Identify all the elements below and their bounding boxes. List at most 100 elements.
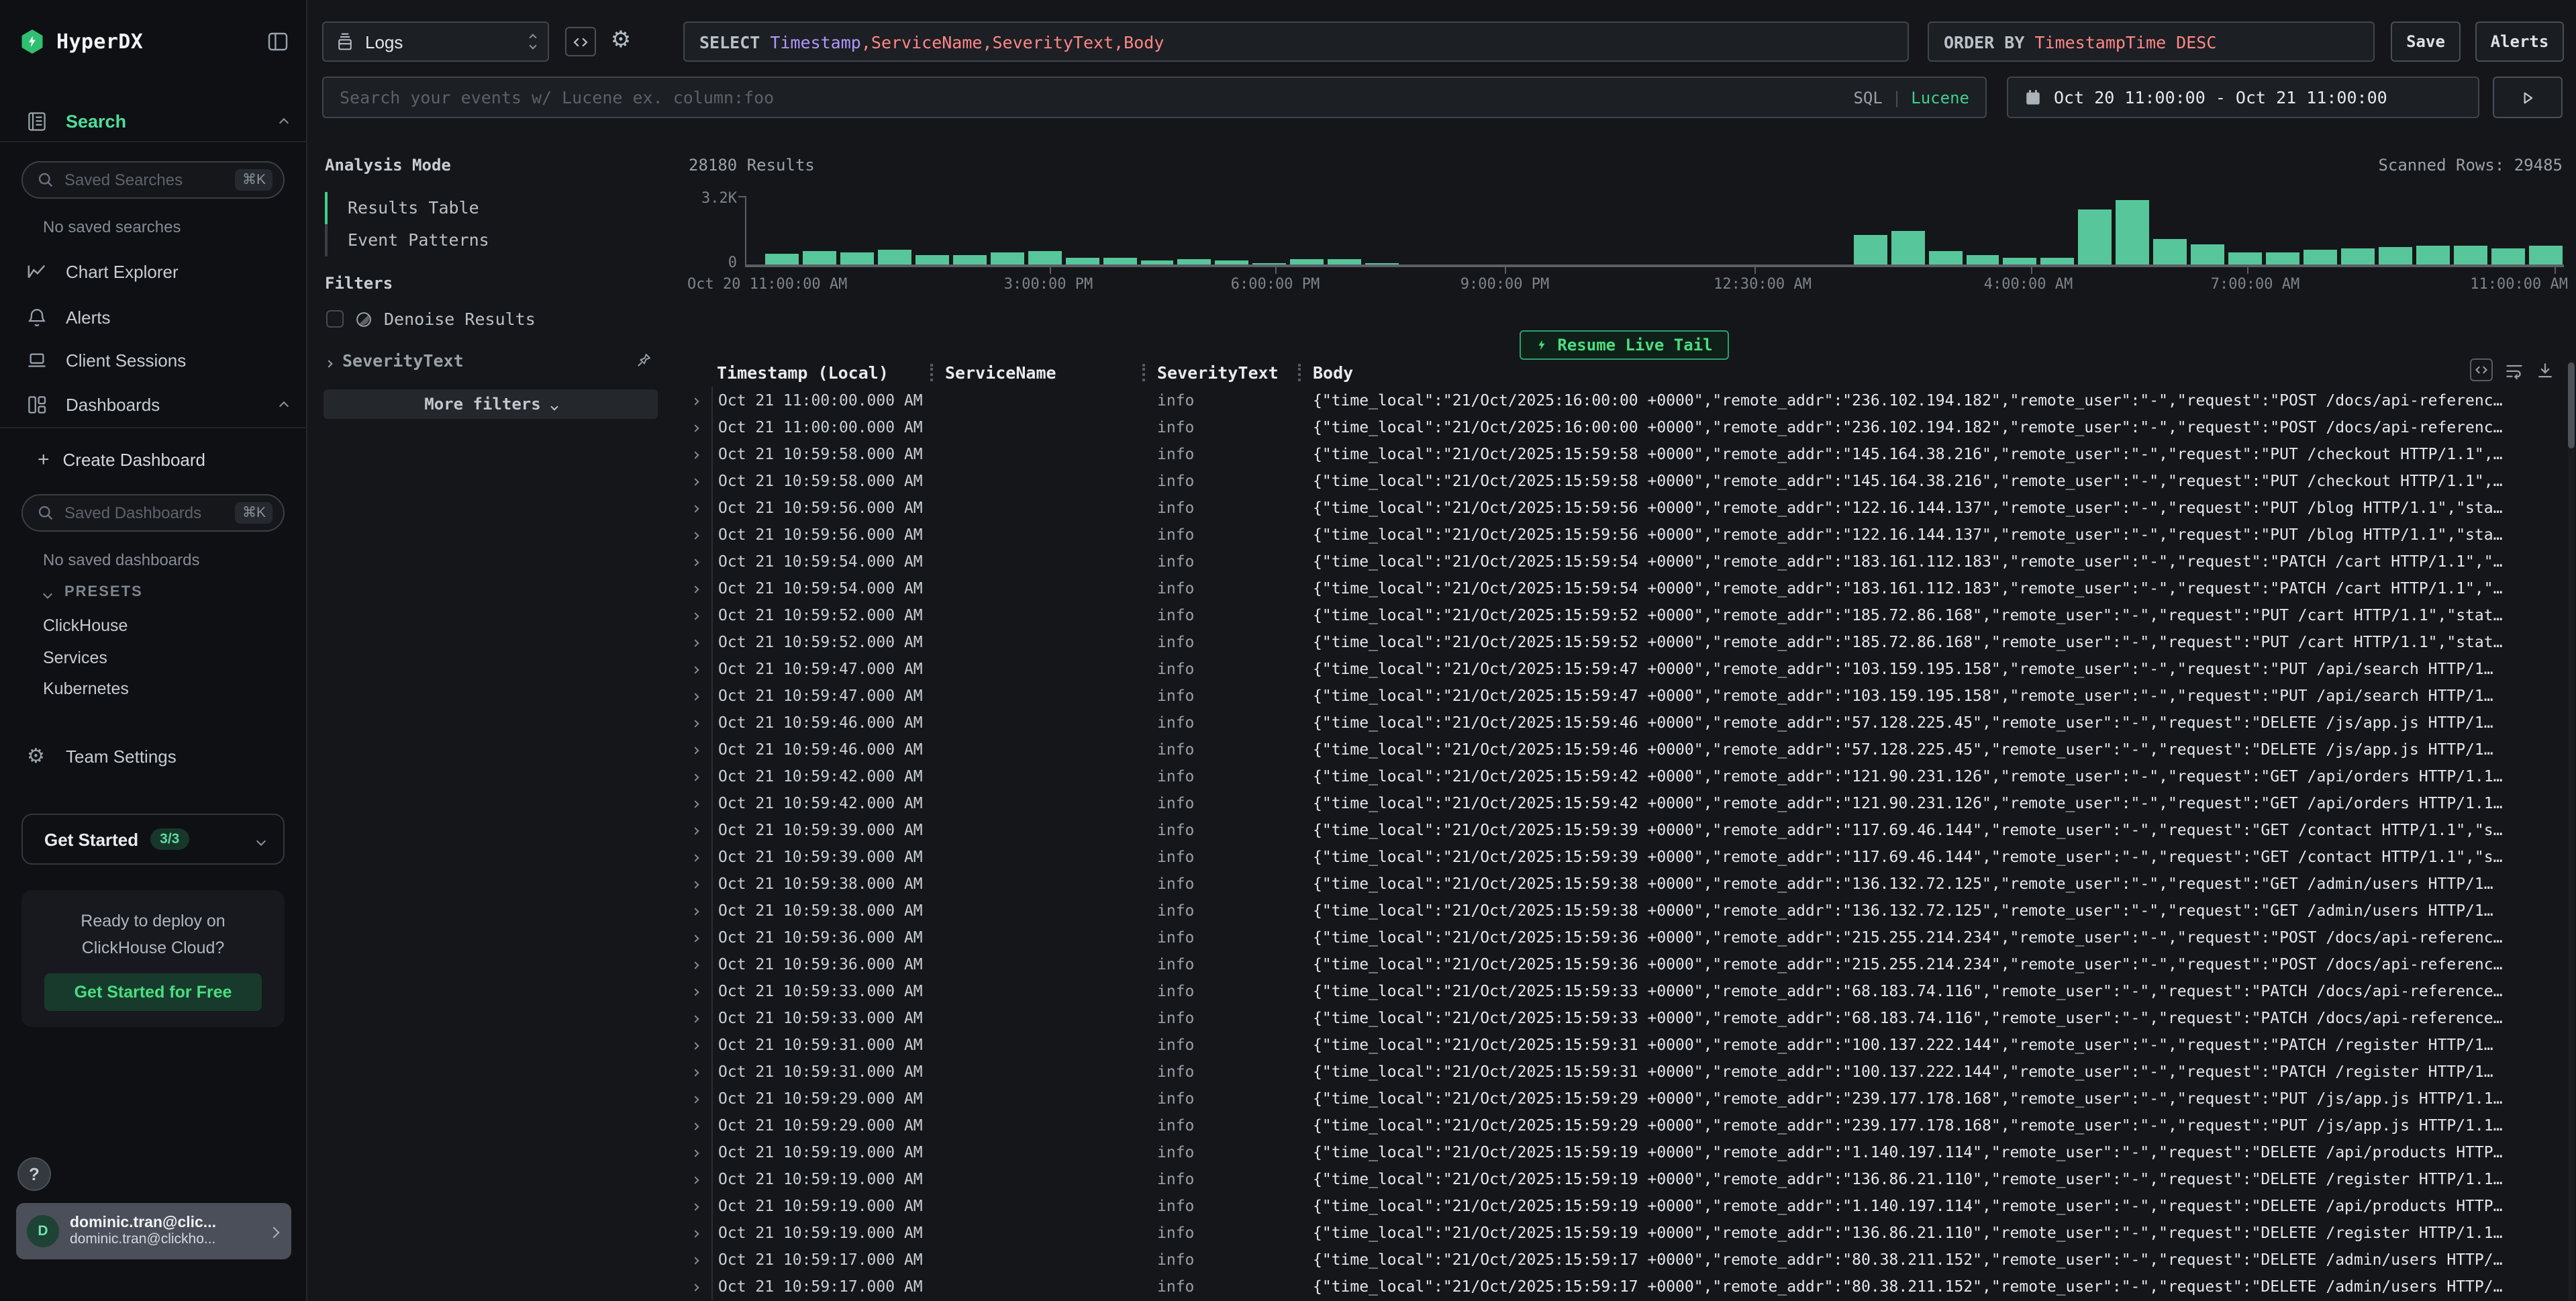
log-row[interactable]: Oct 21 10:59:31.000 AMinfo{"time_local":… — [685, 1058, 2564, 1085]
log-row[interactable]: Oct 21 10:59:42.000 AMinfo{"time_local":… — [685, 763, 2564, 789]
sidebar-item-alerts[interactable]: Alerts — [0, 301, 307, 333]
log-row[interactable]: Oct 21 10:59:54.000 AMinfo{"time_local":… — [685, 548, 2564, 575]
log-row[interactable]: Oct 21 10:59:36.000 AMinfo{"time_local":… — [685, 951, 2564, 977]
preset-item-clickhouse[interactable]: ClickHouse — [0, 612, 307, 639]
sidebar-item-team-settings[interactable]: ⚙ Team Settings — [0, 740, 307, 772]
histogram-bar[interactable] — [840, 252, 874, 266]
histogram-bar[interactable] — [1928, 250, 1962, 266]
log-row[interactable]: Oct 21 10:59:56.000 AMinfo{"time_local":… — [685, 521, 2564, 548]
alerts-button[interactable]: Alerts — [2475, 21, 2564, 62]
histogram-bar[interactable] — [2191, 244, 2224, 266]
log-row[interactable]: Oct 21 10:59:58.000 AMinfo{"time_local":… — [685, 467, 2564, 494]
presets-toggle[interactable]: PRESETS — [0, 580, 307, 604]
log-row[interactable]: Oct 21 10:59:38.000 AMinfo{"time_local":… — [685, 897, 2564, 924]
log-row[interactable]: Oct 21 10:59:33.000 AMinfo{"time_local":… — [685, 977, 2564, 1004]
log-row[interactable]: Oct 21 10:59:17.000 AMinfo{"time_local":… — [685, 1273, 2564, 1300]
row-expand-chevron[interactable] — [685, 709, 711, 736]
row-expand-chevron[interactable] — [685, 521, 711, 548]
row-expand-chevron[interactable] — [685, 548, 711, 575]
sidebar-item-search[interactable]: Search — [0, 105, 307, 137]
saved-dashboards-field[interactable] — [64, 503, 236, 522]
row-expand-chevron[interactable] — [685, 1165, 711, 1192]
column-header-severitytext[interactable]: SeverityText — [1142, 360, 1298, 387]
log-row[interactable]: Oct 21 10:59:17.000 AMinfo{"time_local":… — [685, 1246, 2564, 1273]
log-row[interactable]: Oct 21 10:59:19.000 AMinfo{"time_local":… — [685, 1139, 2564, 1165]
histogram-bar[interactable] — [2116, 200, 2150, 266]
row-expand-chevron[interactable] — [685, 440, 711, 467]
log-row[interactable]: Oct 21 10:59:36.000 AMinfo{"time_local":… — [685, 924, 2564, 951]
preset-item-kubernetes[interactable]: Kubernetes — [0, 675, 307, 702]
log-row[interactable]: Oct 21 10:59:56.000 AMinfo{"time_local":… — [685, 494, 2564, 521]
log-row[interactable]: Oct 21 10:59:29.000 AMinfo{"time_local":… — [685, 1112, 2564, 1139]
row-expand-chevron[interactable] — [685, 1139, 711, 1165]
pin-icon[interactable] — [635, 352, 652, 369]
column-header-body[interactable]: Body — [1298, 360, 2564, 387]
table-scrollbar[interactable] — [2568, 360, 2575, 1301]
preset-item-services[interactable]: Services — [0, 644, 307, 671]
row-expand-chevron[interactable] — [685, 467, 711, 494]
row-expand-chevron[interactable] — [685, 655, 711, 682]
sidebar-item-client-sessions[interactable]: Client Sessions — [0, 344, 307, 376]
histogram-bar[interactable] — [878, 250, 911, 266]
log-row[interactable]: Oct 21 10:59:47.000 AMinfo{"time_local":… — [685, 682, 2564, 709]
log-row[interactable]: Oct 21 10:59:39.000 AMinfo{"time_local":… — [685, 843, 2564, 870]
create-dashboard-button[interactable]: + Create Dashboard — [0, 443, 307, 475]
row-expand-chevron[interactable] — [685, 763, 711, 789]
row-expand-chevron[interactable] — [685, 870, 711, 897]
log-row[interactable]: Oct 21 10:59:33.000 AMinfo{"time_local":… — [685, 1004, 2564, 1031]
row-expand-chevron[interactable] — [685, 1085, 711, 1112]
log-row[interactable]: Oct 21 10:59:46.000 AMinfo{"time_local":… — [685, 709, 2564, 736]
row-expand-chevron[interactable] — [685, 1004, 711, 1031]
sidebar-item-dashboards[interactable]: Dashboards — [0, 388, 307, 420]
row-expand-chevron[interactable] — [685, 1058, 711, 1085]
histogram-bar[interactable] — [2491, 248, 2525, 266]
histogram-bar[interactable] — [2154, 238, 2187, 266]
log-row[interactable]: Oct 21 10:59:29.000 AMinfo{"time_local":… — [685, 1085, 2564, 1112]
text-wrap-icon[interactable] — [2505, 360, 2524, 379]
log-row[interactable]: Oct 21 10:59:54.000 AMinfo{"time_local":… — [685, 575, 2564, 601]
saved-searches-field[interactable] — [64, 171, 236, 189]
row-expand-chevron[interactable] — [685, 736, 711, 763]
order-by-input[interactable]: ORDER BY TimestampTime DESC — [1928, 21, 2375, 62]
log-row[interactable]: Oct 21 11:00:00.000 AMinfo{"time_local":… — [685, 414, 2564, 440]
log-row[interactable]: Oct 21 10:59:52.000 AMinfo{"time_local":… — [685, 601, 2564, 628]
row-expand-chevron[interactable] — [685, 628, 711, 655]
log-row[interactable]: Oct 21 10:59:46.000 AMinfo{"time_local":… — [685, 736, 2564, 763]
histogram-bar[interactable] — [2529, 245, 2563, 266]
get-started-toggle[interactable]: Get Started 3/3 — [21, 814, 285, 865]
run-query-button[interactable] — [2493, 77, 2563, 118]
histogram-bar[interactable] — [2416, 245, 2450, 266]
row-expand-chevron[interactable] — [685, 843, 711, 870]
row-expand-chevron[interactable] — [685, 1246, 711, 1273]
histogram-bar[interactable] — [2454, 246, 2487, 266]
sidebar-collapse-icon[interactable] — [267, 31, 289, 52]
column-header-servicename[interactable]: ServiceName — [930, 360, 1142, 387]
mode-event-patterns[interactable]: Event Patterns — [325, 224, 658, 256]
mode-lucene[interactable]: Lucene — [1911, 88, 1969, 107]
edit-sql-button[interactable] — [565, 27, 596, 56]
row-expand-chevron[interactable] — [685, 951, 711, 977]
get-started-free-button[interactable]: Get Started for Free — [44, 973, 262, 1011]
row-expand-chevron[interactable] — [685, 977, 711, 1004]
histogram-bar[interactable] — [2303, 250, 2337, 266]
log-row[interactable]: Oct 21 10:59:42.000 AMinfo{"time_local":… — [685, 789, 2564, 816]
saved-searches-input[interactable]: ⌘K — [21, 161, 285, 199]
histogram-bar[interactable] — [1891, 231, 1924, 266]
histogram-bar[interactable] — [803, 252, 836, 266]
row-expand-chevron[interactable] — [685, 1112, 711, 1139]
log-row[interactable]: Oct 21 10:59:19.000 AMinfo{"time_local":… — [685, 1165, 2564, 1192]
row-expand-chevron[interactable] — [685, 1273, 711, 1300]
log-row[interactable]: Oct 21 10:59:47.000 AMinfo{"time_local":… — [685, 655, 2564, 682]
more-filters-button[interactable]: More filters — [324, 389, 658, 419]
help-button[interactable]: ? — [17, 1157, 51, 1191]
save-button[interactable]: Save — [2391, 21, 2461, 62]
scrollbar-thumb[interactable] — [2568, 363, 2575, 448]
log-row[interactable]: Oct 21 10:59:38.000 AMinfo{"time_local":… — [685, 870, 2564, 897]
row-expand-chevron[interactable] — [685, 1031, 711, 1058]
denoise-checkbox[interactable] — [326, 310, 344, 328]
filter-group-severitytext[interactable]: SeverityText — [326, 350, 658, 371]
sidebar-item-chart-explorer[interactable]: Chart Explorer — [0, 255, 307, 287]
time-range-picker[interactable]: Oct 20 11:00:00 - Oct 21 11:00:00 — [2007, 77, 2479, 118]
row-expand-chevron[interactable] — [685, 601, 711, 628]
row-expand-chevron[interactable] — [685, 494, 711, 521]
